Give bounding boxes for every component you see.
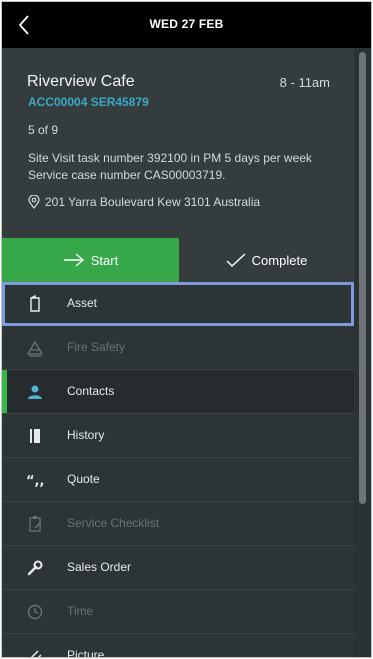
wrench-icon — [27, 560, 43, 576]
menu-item-time[interactable]: Time — [2, 590, 354, 634]
complete-button[interactable]: Complete — [179, 238, 354, 282]
menu-item-fire-safety[interactable]: Fire Safety — [2, 326, 354, 370]
complete-label: Complete — [251, 252, 308, 268]
menu-item-contacts[interactable]: Contacts — [2, 370, 354, 414]
job-address[interactable]: 201 Yarra Boulevard Kew 3101 Australia — [28, 195, 260, 209]
menu-label: History — [67, 428, 105, 442]
menu-label: Service Checklist — [67, 516, 160, 530]
contact-icon — [28, 385, 42, 399]
menu-label: Contacts — [67, 384, 115, 398]
quote-icon: “,, — [26, 474, 44, 489]
menu-item-asset[interactable]: Asset — [2, 282, 354, 326]
menu-label: Picture — [67, 648, 105, 657]
arrow-right-icon — [63, 253, 84, 267]
location-pin-icon — [28, 195, 40, 209]
menu-item-quote[interactable]: “,, Quote — [2, 458, 354, 502]
check-icon — [226, 253, 246, 267]
header-date: WED 27 FEB — [149, 17, 224, 31]
asset-icon — [30, 295, 40, 312]
job-header: Riverview Cafe 8 - 11am ACC00004 SER4587… — [2, 48, 354, 238]
job-menu: Asset Fire Safety Contacts History “,, Q… — [2, 282, 354, 657]
menu-label: Sales Order — [67, 560, 132, 574]
start-button[interactable]: Start — [2, 238, 179, 282]
address-text: 201 Yarra Boulevard Kew 3101 Australia — [45, 195, 261, 209]
top-bar: WED 27 FEB — [2, 2, 371, 48]
job-description: Site Visit task number 392100 in PM 5 da… — [28, 151, 312, 182]
menu-label: Time — [67, 604, 94, 618]
job-references[interactable]: ACC00004 SER45879 — [28, 95, 149, 109]
scrollbar-thumb[interactable] — [359, 52, 366, 504]
clock-icon — [27, 604, 43, 620]
fire-safety-icon — [26, 340, 44, 357]
svg-text:“,,: “,, — [26, 474, 44, 489]
menu-label: Asset — [67, 296, 98, 310]
menu-item-sales-order[interactable]: Sales Order — [2, 546, 354, 590]
menu-item-history[interactable]: History — [2, 414, 354, 458]
menu-item-service-checklist[interactable]: Service Checklist — [2, 502, 354, 546]
job-detail: Riverview Cafe 8 - 11am ACC00004 SER4587… — [2, 48, 354, 657]
checklist-icon — [29, 516, 42, 532]
scrollbar[interactable] — [354, 48, 371, 657]
paperclip-icon — [30, 650, 42, 657]
active-indicator — [2, 370, 7, 413]
menu-label: Quote — [67, 472, 100, 486]
menu-item-picture[interactable]: Picture — [2, 634, 354, 657]
app-frame: WED 27 FEB Riverview Cafe 8 - 11am ACC00… — [2, 2, 371, 657]
menu-label: Fire Safety — [67, 340, 126, 354]
job-counter: 5 of 9 — [28, 123, 59, 137]
job-actions: Start Complete — [2, 238, 354, 282]
job-title: Riverview Cafe — [27, 73, 135, 90]
start-label: Start — [90, 252, 119, 268]
history-icon — [30, 429, 40, 443]
job-time: 8 - 11am — [279, 75, 330, 90]
